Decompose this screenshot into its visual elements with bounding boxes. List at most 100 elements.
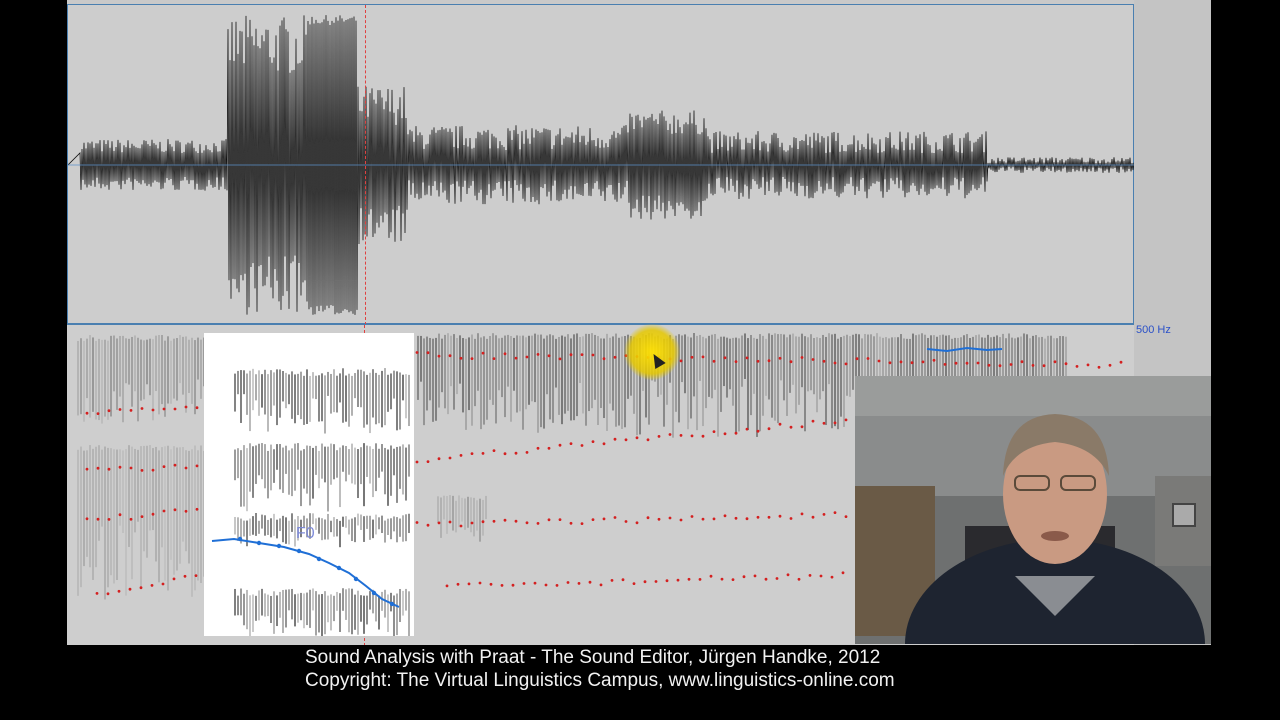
spectrogram-energy — [819, 338, 821, 400]
inset-energy — [240, 370, 242, 423]
spectrogram-energy — [543, 338, 545, 429]
time-cursor — [365, 5, 366, 325]
spectrogram-energy — [110, 448, 112, 576]
formant-dot — [855, 357, 859, 361]
inset-energy — [300, 450, 302, 507]
formant-dot — [591, 440, 595, 443]
inset-energy — [351, 588, 353, 635]
spectrogram-energy — [600, 338, 602, 408]
inset-energy — [339, 520, 341, 548]
spectrogram-energy — [116, 449, 118, 580]
formant-dot — [503, 352, 507, 356]
spectrogram-energy — [155, 446, 157, 562]
spectrogram-energy — [146, 339, 148, 385]
spectrogram-energy — [86, 338, 88, 399]
spectrogram-energy — [122, 450, 124, 533]
formant-dot — [954, 361, 958, 365]
spectrogram-energy — [149, 445, 151, 531]
spectrogram-energy — [453, 334, 455, 410]
formant-dot — [789, 425, 793, 429]
spectrogram-energy — [465, 338, 467, 430]
inset-energy — [366, 374, 368, 425]
formant-dot — [921, 360, 925, 364]
spectrogram-energy — [441, 338, 443, 393]
formant-dot — [767, 515, 771, 519]
spectrogram-energy — [588, 333, 590, 412]
formant-dot — [734, 431, 738, 435]
spectrogram-energy — [753, 337, 755, 394]
formant-dot — [492, 357, 496, 360]
inset-energy — [273, 591, 275, 634]
inset-energy — [327, 446, 329, 512]
formant-dot — [569, 442, 573, 445]
spectrogram-energy — [585, 333, 587, 426]
spectrogram-energy — [558, 336, 560, 415]
spectrogram-energy — [449, 495, 451, 524]
spectrogram-energy — [582, 336, 584, 414]
formant-dot — [151, 512, 155, 516]
formant-dot — [665, 579, 669, 583]
spectrogram-energy — [140, 339, 142, 401]
spectrogram-energy — [549, 334, 551, 420]
formant-dot — [800, 512, 804, 516]
spectrogram-energy — [182, 336, 184, 395]
spectrogram-energy — [801, 333, 803, 388]
inset-energy — [285, 517, 287, 544]
inset-energy — [309, 589, 311, 628]
inset-energy — [321, 594, 323, 636]
spectrogram-energy — [735, 337, 737, 434]
inset-energy — [261, 443, 263, 480]
spectrogram-energy — [152, 448, 154, 531]
formant-dot — [1053, 360, 1057, 364]
f0-label: F0 — [296, 525, 315, 542]
spectrogram-energy — [750, 334, 752, 416]
spectrogram-energy — [444, 334, 446, 409]
formant-dot — [811, 515, 815, 519]
formant-dot — [786, 573, 790, 577]
formant-dot — [687, 577, 691, 581]
inset-energy — [261, 514, 263, 529]
formant-dot — [588, 580, 592, 584]
formant-dot — [536, 446, 540, 450]
inset-energy — [375, 514, 377, 535]
inset-energy — [246, 448, 248, 512]
formant-dot — [470, 357, 474, 360]
formant-dot — [610, 579, 614, 582]
spectrogram-energy — [80, 446, 82, 588]
spectrogram-energy — [570, 338, 572, 421]
spectrogram-energy — [789, 334, 791, 393]
spectrogram-energy — [197, 337, 199, 380]
formant-dot — [723, 356, 727, 360]
formant-dot — [415, 460, 419, 464]
inset-energy — [390, 445, 392, 496]
spectrogram-energy — [89, 445, 91, 568]
formant-dot — [481, 520, 485, 524]
inset-energy — [360, 595, 362, 622]
spectrogram-energy — [482, 499, 484, 536]
formant-dot — [800, 425, 804, 429]
inset-energy — [393, 516, 395, 532]
spectrogram-energy — [194, 340, 196, 415]
formant-dot — [569, 353, 573, 357]
inset-energy — [264, 593, 266, 617]
inset-energy — [270, 444, 272, 491]
spectrogram-energy — [468, 337, 470, 411]
inset-energy — [348, 449, 350, 475]
inset-energy — [291, 513, 293, 532]
f0-point — [316, 556, 322, 562]
inset-energy — [270, 370, 272, 416]
formant-dot — [128, 587, 132, 591]
formant-dot — [841, 571, 845, 575]
inset-energy — [405, 374, 407, 419]
formant-dot — [544, 583, 548, 587]
spectrogram-energy — [92, 337, 94, 412]
formant-dot — [533, 581, 537, 585]
formant-dot — [140, 469, 144, 472]
inset-energy — [279, 591, 281, 618]
spectrogram-energy — [77, 449, 79, 596]
pitch-inset — [204, 333, 414, 636]
spectrogram-energy — [825, 336, 827, 426]
inset-energy — [372, 448, 374, 498]
waveform-panel[interactable] — [67, 4, 1135, 325]
formant-dot — [987, 363, 991, 367]
